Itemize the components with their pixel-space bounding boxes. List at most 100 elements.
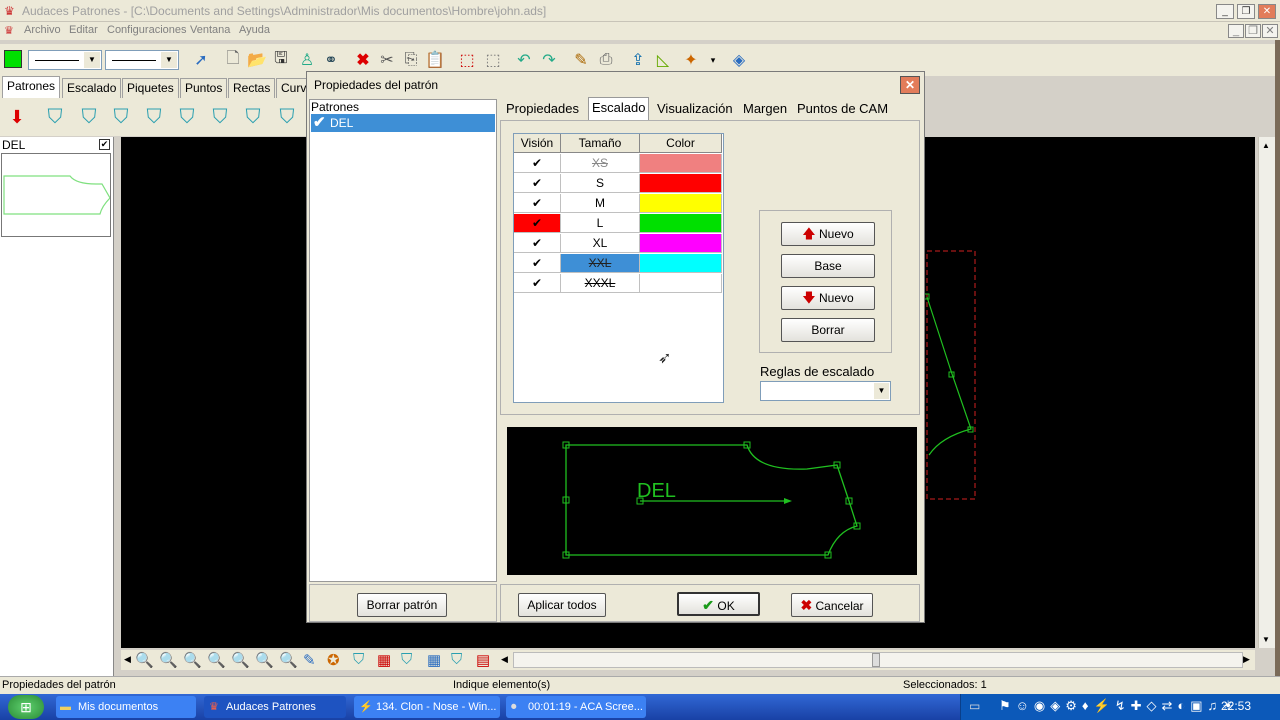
shirt-slash-icon[interactable]: ⛉: [110, 106, 132, 128]
line-width-combo[interactable]: ▼: [105, 50, 179, 70]
col-header-color[interactable]: Color: [640, 134, 722, 153]
row-size[interactable]: S: [561, 174, 640, 193]
ok-button[interactable]: ✔ OK: [677, 592, 760, 616]
shirt-icon[interactable]: ⛉: [353, 651, 364, 668]
help-icon[interactable]: ◈: [728, 49, 750, 71]
row-color[interactable]: [640, 234, 722, 253]
nuevo-down-button[interactable]: 🡇 Nuevo: [781, 286, 875, 310]
arrow-down-icon[interactable]: ⬇: [6, 106, 28, 128]
save-icon[interactable]: 🖫: [270, 49, 292, 71]
row-color[interactable]: [640, 214, 722, 233]
shirt-info-icon[interactable]: ⛉: [451, 651, 462, 668]
dialog-close-button[interactable]: ✕: [900, 76, 920, 94]
paste-icon[interactable]: 📋: [424, 49, 446, 71]
base-button[interactable]: Base: [781, 254, 875, 278]
shirt-icon[interactable]: ♙: [296, 49, 318, 71]
tray-icons[interactable]: ⚑☺◉◈⚙♦⚡↯✚◇⇄◐▣♫☀: [999, 698, 1239, 714]
row-color[interactable]: [640, 154, 722, 173]
edit-icon[interactable]: ✎: [570, 49, 592, 71]
thumb-preview[interactable]: [1, 153, 111, 237]
scroll-up-icon[interactable]: ▲: [1262, 141, 1270, 150]
row-color[interactable]: [640, 174, 722, 193]
tab-escalado[interactable]: Escalado: [588, 97, 650, 121]
tab-visualizacion[interactable]: Visualización: [654, 99, 736, 121]
keyboard-icon[interactable]: ▭: [969, 699, 980, 713]
shirt-arrows-icon[interactable]: ⛉: [276, 106, 298, 128]
export-icon[interactable]: ⇪: [627, 49, 649, 71]
select-box-icon[interactable]: ⬚: [456, 49, 478, 71]
zoom-icon[interactable]: 🔍: [135, 651, 154, 669]
row-size[interactable]: XS: [561, 154, 640, 173]
tab-patrones[interactable]: Patrones: [2, 76, 61, 98]
aplicar-todos-button[interactable]: Aplicar todos: [518, 593, 606, 617]
minimize-button[interactable]: _: [1216, 4, 1234, 19]
color-grid-icon[interactable]: ▦: [377, 651, 391, 669]
menu-editar[interactable]: Editar: [69, 24, 98, 36]
thumb-checkbox[interactable]: ✔: [99, 139, 110, 150]
mdi-restore-button[interactable]: ❐: [1245, 24, 1261, 38]
tools-icon[interactable]: ✦: [680, 49, 702, 71]
horizontal-scrollbar[interactable]: [513, 652, 1243, 668]
row-size[interactable]: L: [561, 214, 640, 233]
mdi-close-button[interactable]: ✕: [1262, 24, 1278, 38]
tab-puntos[interactable]: Puntos: [180, 78, 228, 98]
nuevo-up-button[interactable]: 🡅 Nuevo: [781, 222, 875, 246]
table-icon[interactable]: ▤: [476, 651, 490, 669]
measure-icon[interactable]: ◺: [652, 49, 674, 71]
zoom-window-icon[interactable]: 🔍: [159, 651, 178, 669]
pattern-list-item[interactable]: ✔ DEL: [311, 114, 495, 132]
open-folder-icon[interactable]: 📂: [246, 49, 268, 71]
select-cross-icon[interactable]: ⬚: [482, 49, 504, 71]
redo-icon[interactable]: ↷: [538, 49, 560, 71]
start-button[interactable]: ⊞: [8, 695, 44, 719]
tab-propiedades[interactable]: Propiedades: [503, 99, 582, 121]
shirt-outline-icon[interactable]: ⛉: [176, 106, 198, 128]
delete-icon[interactable]: ✖: [352, 49, 374, 71]
zoom-out-icon[interactable]: 🔍: [207, 651, 226, 669]
menu-ayuda[interactable]: Ayuda: [239, 24, 270, 36]
cut-icon[interactable]: ✂: [376, 49, 398, 71]
scroll-thumb[interactable]: [872, 653, 880, 667]
shirt-red-icon[interactable]: ⛉: [143, 106, 165, 128]
row-size[interactable]: XL: [561, 234, 640, 253]
shirt-icon[interactable]: ⛉: [44, 106, 66, 128]
col-header-vision[interactable]: Visión: [514, 134, 561, 153]
maximize-button[interactable]: ❐: [1237, 4, 1255, 19]
taskbar-item-mis-documentos[interactable]: ▬ Mis documentos: [56, 696, 196, 718]
row-size-selected[interactable]: XXL: [561, 254, 640, 273]
tab-puntos-de-cam[interactable]: Puntos de CAM: [794, 99, 892, 121]
menu-configuraciones[interactable]: Configuraciones: [107, 24, 187, 36]
line-style-combo[interactable]: ▼: [28, 50, 102, 70]
taskbar-item-clon[interactable]: ⚡ 134. Clon - Nose - Win...: [354, 696, 500, 718]
row-check[interactable]: ✔: [514, 234, 561, 253]
scroll-down-icon[interactable]: ▼: [1262, 635, 1270, 644]
row-check[interactable]: ✔: [514, 274, 561, 293]
tab-rectas[interactable]: Rectas: [228, 78, 276, 98]
tab-margen[interactable]: Margen: [740, 99, 791, 121]
shirt-move-icon[interactable]: ⛉: [401, 651, 412, 668]
color-swatch[interactable]: [4, 50, 22, 68]
menu-archivo[interactable]: Archivo: [24, 24, 61, 36]
zoom-previous-icon[interactable]: 🔍: [279, 651, 298, 669]
mdi-minimize-button[interactable]: _: [1228, 24, 1244, 38]
brush-icon[interactable]: ✎: [303, 651, 316, 669]
stamp-icon[interactable]: ✪: [327, 651, 340, 669]
rules-select[interactable]: ▼: [760, 381, 891, 401]
row-size[interactable]: XXXL: [561, 274, 640, 293]
pointer-icon[interactable]: ➚: [190, 49, 212, 71]
zoom-in-icon[interactable]: 🔍: [183, 651, 202, 669]
new-file-icon[interactable]: 🗋: [222, 49, 244, 71]
row-check[interactable]: ✔: [514, 214, 561, 233]
shirt-split-icon[interactable]: ⛉: [209, 106, 231, 128]
zoom-fit-icon[interactable]: 🔍: [231, 651, 250, 669]
menu-ventana[interactable]: Ventana: [190, 24, 230, 36]
row-check[interactable]: ✔: [514, 174, 561, 193]
tab-escalado[interactable]: Escalado: [62, 78, 122, 98]
binoculars-icon[interactable]: ⚭: [320, 49, 342, 71]
borrar-button[interactable]: Borrar: [781, 318, 875, 342]
row-color[interactable]: [640, 254, 722, 273]
borrar-patron-button[interactable]: Borrar patrón: [357, 593, 447, 617]
copy-icon[interactable]: ⎘: [400, 49, 422, 71]
shirt-mirror-icon[interactable]: ⛉: [242, 106, 264, 128]
row-color[interactable]: [640, 274, 722, 293]
